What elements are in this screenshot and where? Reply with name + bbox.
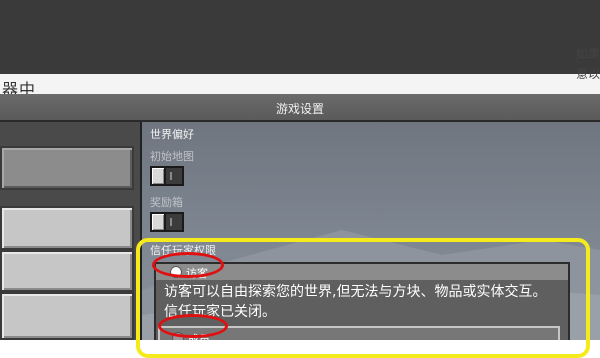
bonus-chest-toggle[interactable] <box>150 212 184 232</box>
background-page <box>0 74 600 94</box>
highlight-circle-member <box>158 314 228 338</box>
highlight-circle-visitor <box>152 252 224 278</box>
toggle-knob <box>152 214 166 230</box>
background-text-right: 如果 意以 <box>576 44 600 84</box>
sidebar-button[interactable] <box>0 206 134 250</box>
background-text-right-line1: 如果 <box>576 47 600 61</box>
background-header <box>0 0 600 74</box>
world-preferences-heading: 世界偏好 <box>150 128 194 141</box>
toggle-pip <box>170 172 172 180</box>
sidebar-button[interactable] <box>0 292 134 340</box>
window-title: 游戏设置 <box>275 102 324 116</box>
starting-map-label: 初始地图 <box>150 150 194 163</box>
settings-sidebar <box>0 122 142 340</box>
background-text-right-line2: 意以 <box>576 67 600 81</box>
toggle-pip <box>170 218 172 226</box>
sidebar-button-selected[interactable] <box>0 146 134 190</box>
title-bar: 游戏设置 <box>0 94 600 122</box>
starting-map-toggle[interactable] <box>150 166 184 186</box>
bonus-chest-label: 奖励箱 <box>150 196 183 209</box>
toggle-knob <box>152 168 166 184</box>
sidebar-button[interactable] <box>0 250 134 292</box>
